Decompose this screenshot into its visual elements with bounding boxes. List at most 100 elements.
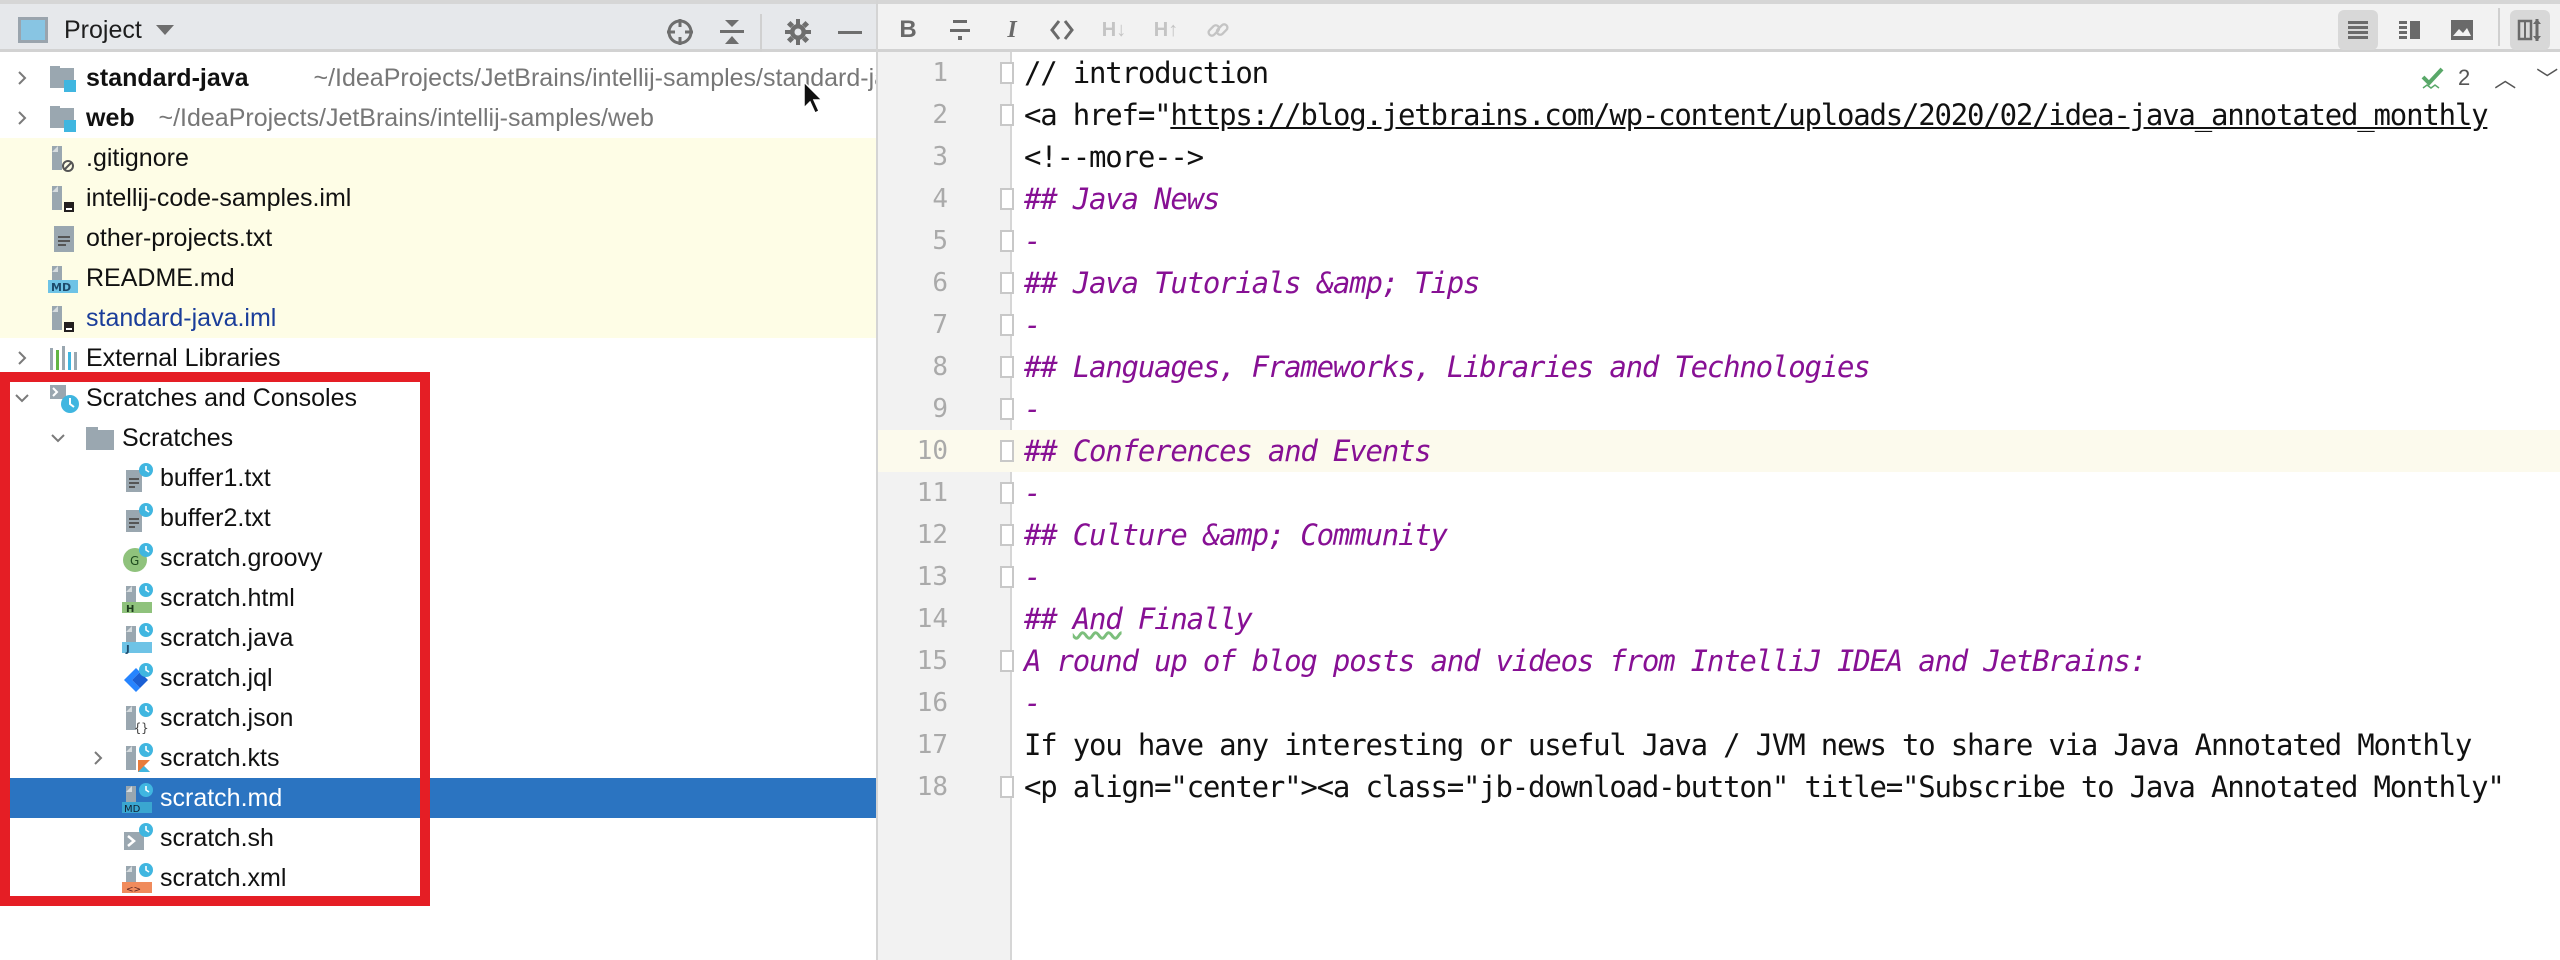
fold-end-icon[interactable] <box>1000 482 1014 504</box>
tree-item[interactable]: External Libraries <box>0 338 876 378</box>
tree-item-label: intellij-code-samples.iml <box>86 183 352 212</box>
collapse-all-icon[interactable] <box>712 12 752 52</box>
bold-button[interactable]: B <box>888 10 928 50</box>
editor-line[interactable]: 18 <p align="center"><a class="jb-downloa… <box>878 766 2560 808</box>
tree-item[interactable]: web ~/IdeaProjects/JetBrains/intellij-sam… <box>0 98 876 138</box>
editor-line[interactable]: 6 ## Java Tutorials &amp; Tips <box>878 262 2560 304</box>
inspection-count: 2 <box>2458 65 2471 90</box>
tree-item[interactable]: buffer1.txt <box>0 458 876 498</box>
fold-start-icon[interactable] <box>1000 440 1014 462</box>
tree-item[interactable]: scratch.jql <box>0 658 876 698</box>
editor-line[interactable]: 5- <box>878 220 2560 262</box>
tree-item[interactable]: MD scratch.md <box>0 778 876 818</box>
chevron-right-icon[interactable] <box>10 66 34 90</box>
tree-item[interactable]: .gitignore <box>0 138 876 178</box>
chevron-right-icon[interactable] <box>10 106 34 130</box>
fold-end-icon[interactable] <box>1000 104 1014 126</box>
inspection-widget[interactable]: 2 ︿ ﹀ <box>2420 62 2558 94</box>
url-link[interactable]: https://blog.jetbrains.com/wp-content/up… <box>1170 98 2488 132</box>
line-number: 13 <box>916 562 948 592</box>
fold-end-icon[interactable] <box>1000 230 1014 252</box>
fold-start-icon[interactable] <box>1000 356 1014 378</box>
tree-item-label: README.md <box>86 263 235 292</box>
editor-line[interactable]: 17 If you have any interesting or useful … <box>878 724 2560 766</box>
fold-end-icon[interactable] <box>1000 314 1014 336</box>
preview-only-button[interactable] <box>2442 10 2482 50</box>
xml-scratch-icon: <> <box>122 862 154 895</box>
code-text: If you have any interesting or useful Ja… <box>1024 728 2472 762</box>
editor-only-button[interactable] <box>2338 10 2378 50</box>
tree-item[interactable]: scratch.sh <box>0 818 876 858</box>
editor-line[interactable]: 11 - <box>878 472 2560 514</box>
link-button[interactable] <box>1198 10 1238 50</box>
tree-item[interactable]: {} scratch.json <box>0 698 876 738</box>
tree-item[interactable]: Scratches and Consoles <box>0 378 876 418</box>
chevron-down-icon[interactable] <box>10 386 34 410</box>
header-down-button[interactable]: H↓ <box>1094 10 1134 50</box>
gear-icon[interactable] <box>778 12 818 52</box>
locate-icon[interactable] <box>660 12 700 52</box>
editor-line[interactable]: 10 ## Conferences and Events <box>878 430 2560 472</box>
fold-start-icon[interactable] <box>1000 272 1014 294</box>
chevron-right-icon[interactable] <box>86 746 110 770</box>
tree-item[interactable]: standard-java ~/IdeaProjects/JetBrains/in… <box>0 58 876 98</box>
tree-item[interactable]: scratch.kts <box>0 738 876 778</box>
line-number: 18 <box>916 772 948 802</box>
editor-line[interactable]: 9- <box>878 388 2560 430</box>
strikethrough-button[interactable] <box>940 10 980 50</box>
tree-item[interactable]: other-projects.txt <box>0 218 876 258</box>
project-view-selector[interactable]: Project <box>18 12 174 48</box>
fold-end-icon[interactable] <box>1000 776 1014 798</box>
code-text: ## Languages, Frameworks, Libraries and … <box>1024 350 1871 384</box>
editor-line[interactable]: 14 ## And Finally <box>878 598 2560 640</box>
tree-item[interactable]: Scratches <box>0 418 876 458</box>
code-button[interactable] <box>1042 10 1082 50</box>
tree-item-label: buffer2.txt <box>160 503 271 532</box>
code-text: ## Java News <box>1024 182 1220 216</box>
editor-line[interactable]: 13 - <box>878 556 2560 598</box>
editor-line[interactable]: 2 <a href="https://blog.jetbrains.com/wp-… <box>878 94 2560 136</box>
editor-line[interactable]: 16 - <box>878 682 2560 724</box>
fold-start-icon[interactable] <box>1000 62 1014 84</box>
fold-start-icon[interactable] <box>1000 524 1014 546</box>
editor-line[interactable]: 12 ## Culture &amp; Community <box>878 514 2560 556</box>
sync-scroll-button[interactable] <box>2510 10 2550 50</box>
fold-start-icon[interactable] <box>1000 650 1014 672</box>
editor-line[interactable]: 1 // introduction <box>878 52 2560 94</box>
line-number: 8 <box>932 352 948 382</box>
editor-line[interactable]: 7- <box>878 304 2560 346</box>
tree-item-label: buffer1.txt <box>160 463 271 492</box>
tree-item[interactable]: Jscratch.java <box>0 618 876 658</box>
previous-highlight-icon[interactable]: ︿ <box>2494 62 2516 94</box>
toolbar-separator <box>2498 8 2500 46</box>
tree-item[interactable]: buffer2.txt <box>0 498 876 538</box>
typo-highlight[interactable]: And <box>1073 602 1123 636</box>
editor-line[interactable]: 15 A round up of blog posts and videos fr… <box>878 640 2560 682</box>
italic-button[interactable]: I <box>992 10 1032 50</box>
fold-end-icon[interactable] <box>1000 398 1014 420</box>
chevron-down-icon[interactable] <box>46 426 70 450</box>
code-text: - <box>1024 224 1041 258</box>
fold-start-icon[interactable] <box>1000 188 1014 210</box>
fold-end-icon[interactable] <box>1000 566 1014 588</box>
module-folder-icon <box>48 62 80 94</box>
tree-item[interactable]: standard-java.iml <box>0 298 876 338</box>
editor-line[interactable]: 3 <!--more--> <box>878 136 2560 178</box>
editor-and-preview-button[interactable] <box>2390 10 2430 50</box>
hide-panel-icon[interactable] <box>830 12 870 52</box>
editor-line[interactable]: 4 ## Java News <box>878 178 2560 220</box>
code-text: ## Culture &amp; Community <box>1024 518 1448 552</box>
tree-item[interactable]: Gscratch.groovy <box>0 538 876 578</box>
tree-item-label: scratch.xml <box>160 863 287 892</box>
editor-line[interactable]: 8 ## Languages, Frameworks, Libraries and… <box>878 346 2560 388</box>
svg-text:H: H <box>126 604 134 614</box>
tree-item[interactable]: intellij-code-samples.iml <box>0 178 876 218</box>
svg-text:G: G <box>130 554 139 568</box>
tree-item[interactable]: MD README.md <box>0 258 876 298</box>
tree-item[interactable]: Hscratch.html <box>0 578 876 618</box>
next-highlight-icon[interactable]: ﹀ <box>2536 62 2558 94</box>
chevron-right-icon[interactable] <box>10 346 34 370</box>
header-up-button[interactable]: H↑ <box>1146 10 1186 50</box>
tree-item[interactable]: <> scratch.xml <box>0 858 876 898</box>
line-number: 6 <box>932 268 948 298</box>
